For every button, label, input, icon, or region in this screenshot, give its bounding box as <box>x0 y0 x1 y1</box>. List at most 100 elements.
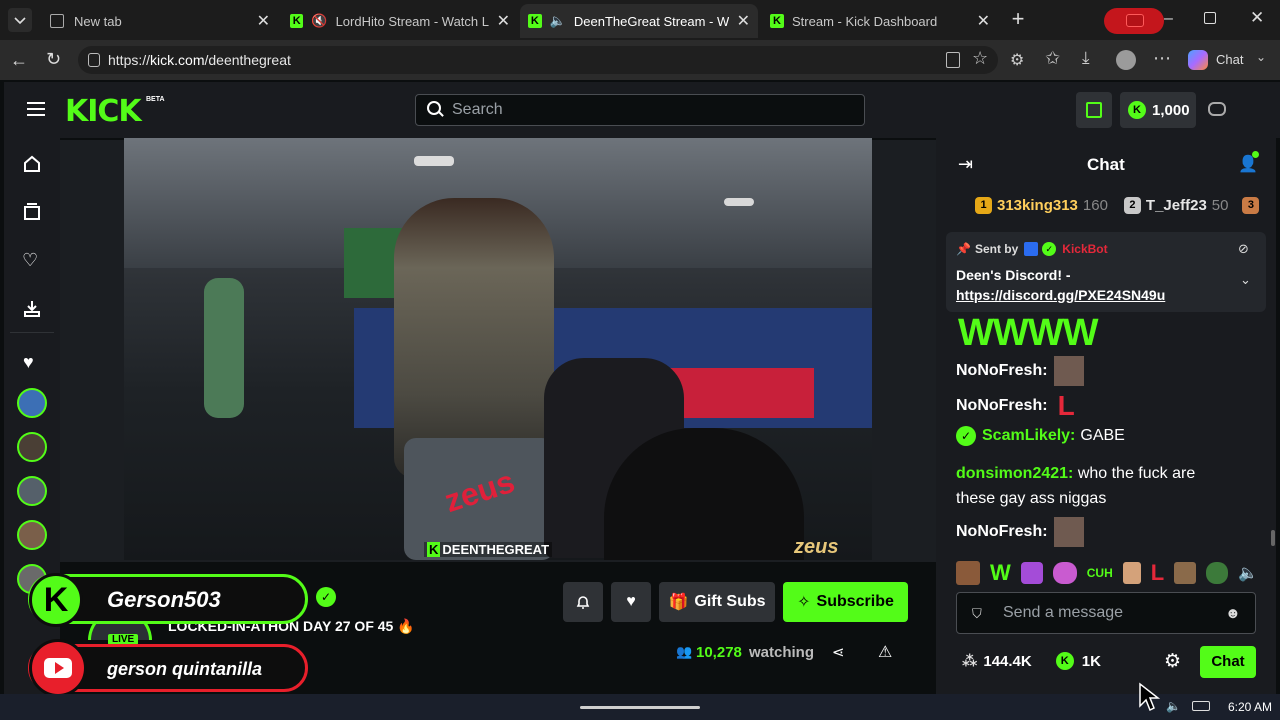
chat-settings-gear-icon[interactable]: ⚙ <box>1164 650 1181 673</box>
close-icon[interactable]: ✕ <box>729 11 758 31</box>
close-icon[interactable]: ✕ <box>969 11 998 31</box>
restore-button[interactable] <box>1204 12 1216 24</box>
chat-username[interactable]: NoNoFresh: <box>956 523 1048 541</box>
kick-logo[interactable]: KICK <box>65 94 142 129</box>
clock[interactable]: 6:20 AM <box>1228 700 1272 714</box>
profile-avatar[interactable] <box>1116 50 1136 70</box>
tab-new-tab[interactable]: New tab ✕ <box>42 6 278 36</box>
followed-channel-avatar[interactable] <box>17 476 47 506</box>
dashboard-button[interactable] <box>1076 92 1112 128</box>
extensions-icon[interactable]: ⚙ <box>1010 50 1024 70</box>
emoji-icon[interactable]: ☻ <box>1225 605 1241 622</box>
divider <box>10 332 54 333</box>
verified-badge-icon: ✓ <box>1042 242 1057 256</box>
chevron-down-icon[interactable]: ⌄ <box>1256 50 1266 64</box>
reader-mode-icon[interactable] <box>946 52 960 68</box>
bot-name: KickBot <box>1062 242 1108 256</box>
tab-deenthegreat[interactable]: K 🔈 DeenTheGreat Stream - Watch ✕ <box>520 4 758 38</box>
share-icon[interactable]: ⋖ <box>832 643 845 661</box>
youtube-recording-icon[interactable] <box>1104 8 1164 34</box>
chat-username[interactable]: NoNoFresh: <box>956 397 1048 415</box>
followed-channel-avatar[interactable] <box>17 432 47 462</box>
favorite-star-icon[interactable]: ☆ <box>972 48 988 69</box>
person-figure <box>394 198 554 478</box>
tab-lordhito[interactable]: K 🔇 LordHito Stream - Watch Live ✕ <box>282 6 518 36</box>
following-heart-icon[interactable]: ♡ <box>22 250 38 271</box>
new-tab-button[interactable]: + <box>1006 8 1030 32</box>
close-icon[interactable]: ✕ <box>249 11 278 31</box>
followed-channel-avatar[interactable] <box>17 388 47 418</box>
gift-subs-button[interactable]: 🎁 Gift Subs <box>659 582 775 622</box>
refresh-icon[interactable]: ↻ <box>46 49 61 70</box>
volume-icon[interactable]: 🔈 <box>1166 699 1181 713</box>
emote-icon[interactable] <box>956 561 980 585</box>
chat-footer: ⁂ 144.4K K 1K <box>962 652 1101 670</box>
speaker-icon[interactable]: 🔈 <box>550 13 566 29</box>
followers-icon: ⁂ <box>962 653 978 670</box>
heart-icon: ♥ <box>626 593 636 610</box>
emote-icon[interactable] <box>1122 562 1141 584</box>
url-domain: kick.com <box>150 52 205 68</box>
battery-icon[interactable] <box>1192 701 1210 711</box>
kick-overlay-name: Gerson503 <box>107 587 221 612</box>
chat-text: these gay ass niggas <box>956 490 1107 507</box>
emote-message: WWWW <box>958 312 1098 354</box>
report-warning-icon[interactable]: ⚠ <box>878 642 892 662</box>
hamburger-menu-icon[interactable] <box>27 102 45 116</box>
chat-message: NoNoFresh: L <box>956 390 1075 422</box>
chat-username[interactable]: ScamLikely: <box>982 427 1075 445</box>
pinned-message[interactable]: 📌 Sent by ✓ KickBot Deen's Discord! - ht… <box>946 232 1266 312</box>
tab-title: Stream - Kick Dashboard <box>792 13 938 29</box>
tab-search-button[interactable] <box>8 8 32 32</box>
sparkle-icon: ✧ <box>797 594 811 611</box>
chat-scrollbar[interactable] <box>1271 530 1275 546</box>
notification-bell-button[interactable] <box>563 582 603 622</box>
watching-label: watching <box>749 644 815 661</box>
copilot-chat-label[interactable]: Chat <box>1216 52 1243 67</box>
chevron-down-icon[interactable]: ⌄ <box>1240 272 1251 288</box>
emote-w[interactable]: W <box>990 560 1011 586</box>
chat-username[interactable]: donsimon2421: <box>956 465 1073 482</box>
chat-text: GABE <box>1080 427 1125 444</box>
kick-name-overlay: K Gerson503 <box>28 573 308 627</box>
pinned-link[interactable]: https://discord.gg/PXE24SN49u <box>956 287 1165 303</box>
url-text[interactable]: https://kick.com/deenthegreat <box>108 52 291 68</box>
browse-icon[interactable] <box>22 202 42 222</box>
tab-kick-dashboard[interactable]: K Stream - Kick Dashboard ✕ <box>762 6 998 36</box>
chat-input-placeholder: Send a message <box>1003 604 1124 621</box>
sent-by-label: Sent by <box>974 242 1019 256</box>
close-window-button[interactable]: ✕ <box>1250 8 1264 28</box>
user-profile-icon[interactable] <box>1208 102 1226 116</box>
followed-channels-heart-icon: ♥ <box>23 352 34 372</box>
subscribe-button[interactable]: ✧ Subscribe <box>783 582 908 622</box>
close-icon[interactable]: ✕ <box>489 11 518 31</box>
speaker-emote-icon[interactable]: 🔈 <box>1238 563 1258 583</box>
kick-overlay-icon: K <box>29 573 83 627</box>
more-options-icon[interactable]: ⋯ <box>1153 48 1171 69</box>
copilot-icon[interactable] <box>1188 50 1208 70</box>
unpin-icon[interactable]: ⊘ <box>1238 241 1249 257</box>
followed-channel-avatar[interactable] <box>17 520 47 550</box>
points-button[interactable]: K 1,000 <box>1120 92 1196 128</box>
emote-icon[interactable] <box>1174 562 1197 584</box>
points-count: 1,000 <box>1152 101 1190 119</box>
emote-icon[interactable] <box>1020 562 1043 584</box>
chat-send-button[interactable]: Chat <box>1200 646 1256 678</box>
emote-cuh[interactable]: CUH <box>1087 566 1113 580</box>
home-icon[interactable] <box>22 154 42 174</box>
emote-l[interactable]: L <box>1151 560 1164 586</box>
follow-button[interactable]: ♥ <box>611 582 651 622</box>
site-info-icon[interactable] <box>88 53 100 67</box>
verified-badge-icon: ✓ <box>956 426 976 446</box>
chat-username[interactable]: NoNoFresh: <box>956 362 1048 380</box>
back-icon[interactable]: ← <box>10 50 28 71</box>
minimize-button[interactable]: – <box>1164 10 1173 28</box>
downloads-icon[interactable]: ⤓ <box>1082 48 1090 68</box>
video-player[interactable]: zeus K DEENTHEGREAT zeus <box>124 138 872 560</box>
favorites-icon[interactable]: ✩ <box>1045 48 1060 69</box>
clips-icon[interactable] <box>22 298 42 318</box>
collapse-chat-icon[interactable]: ⇥ <box>958 154 973 175</box>
emote-icon[interactable] <box>1206 562 1229 584</box>
muted-speaker-icon[interactable]: 🔇 <box>311 13 327 29</box>
emote-icon[interactable] <box>1052 562 1077 584</box>
